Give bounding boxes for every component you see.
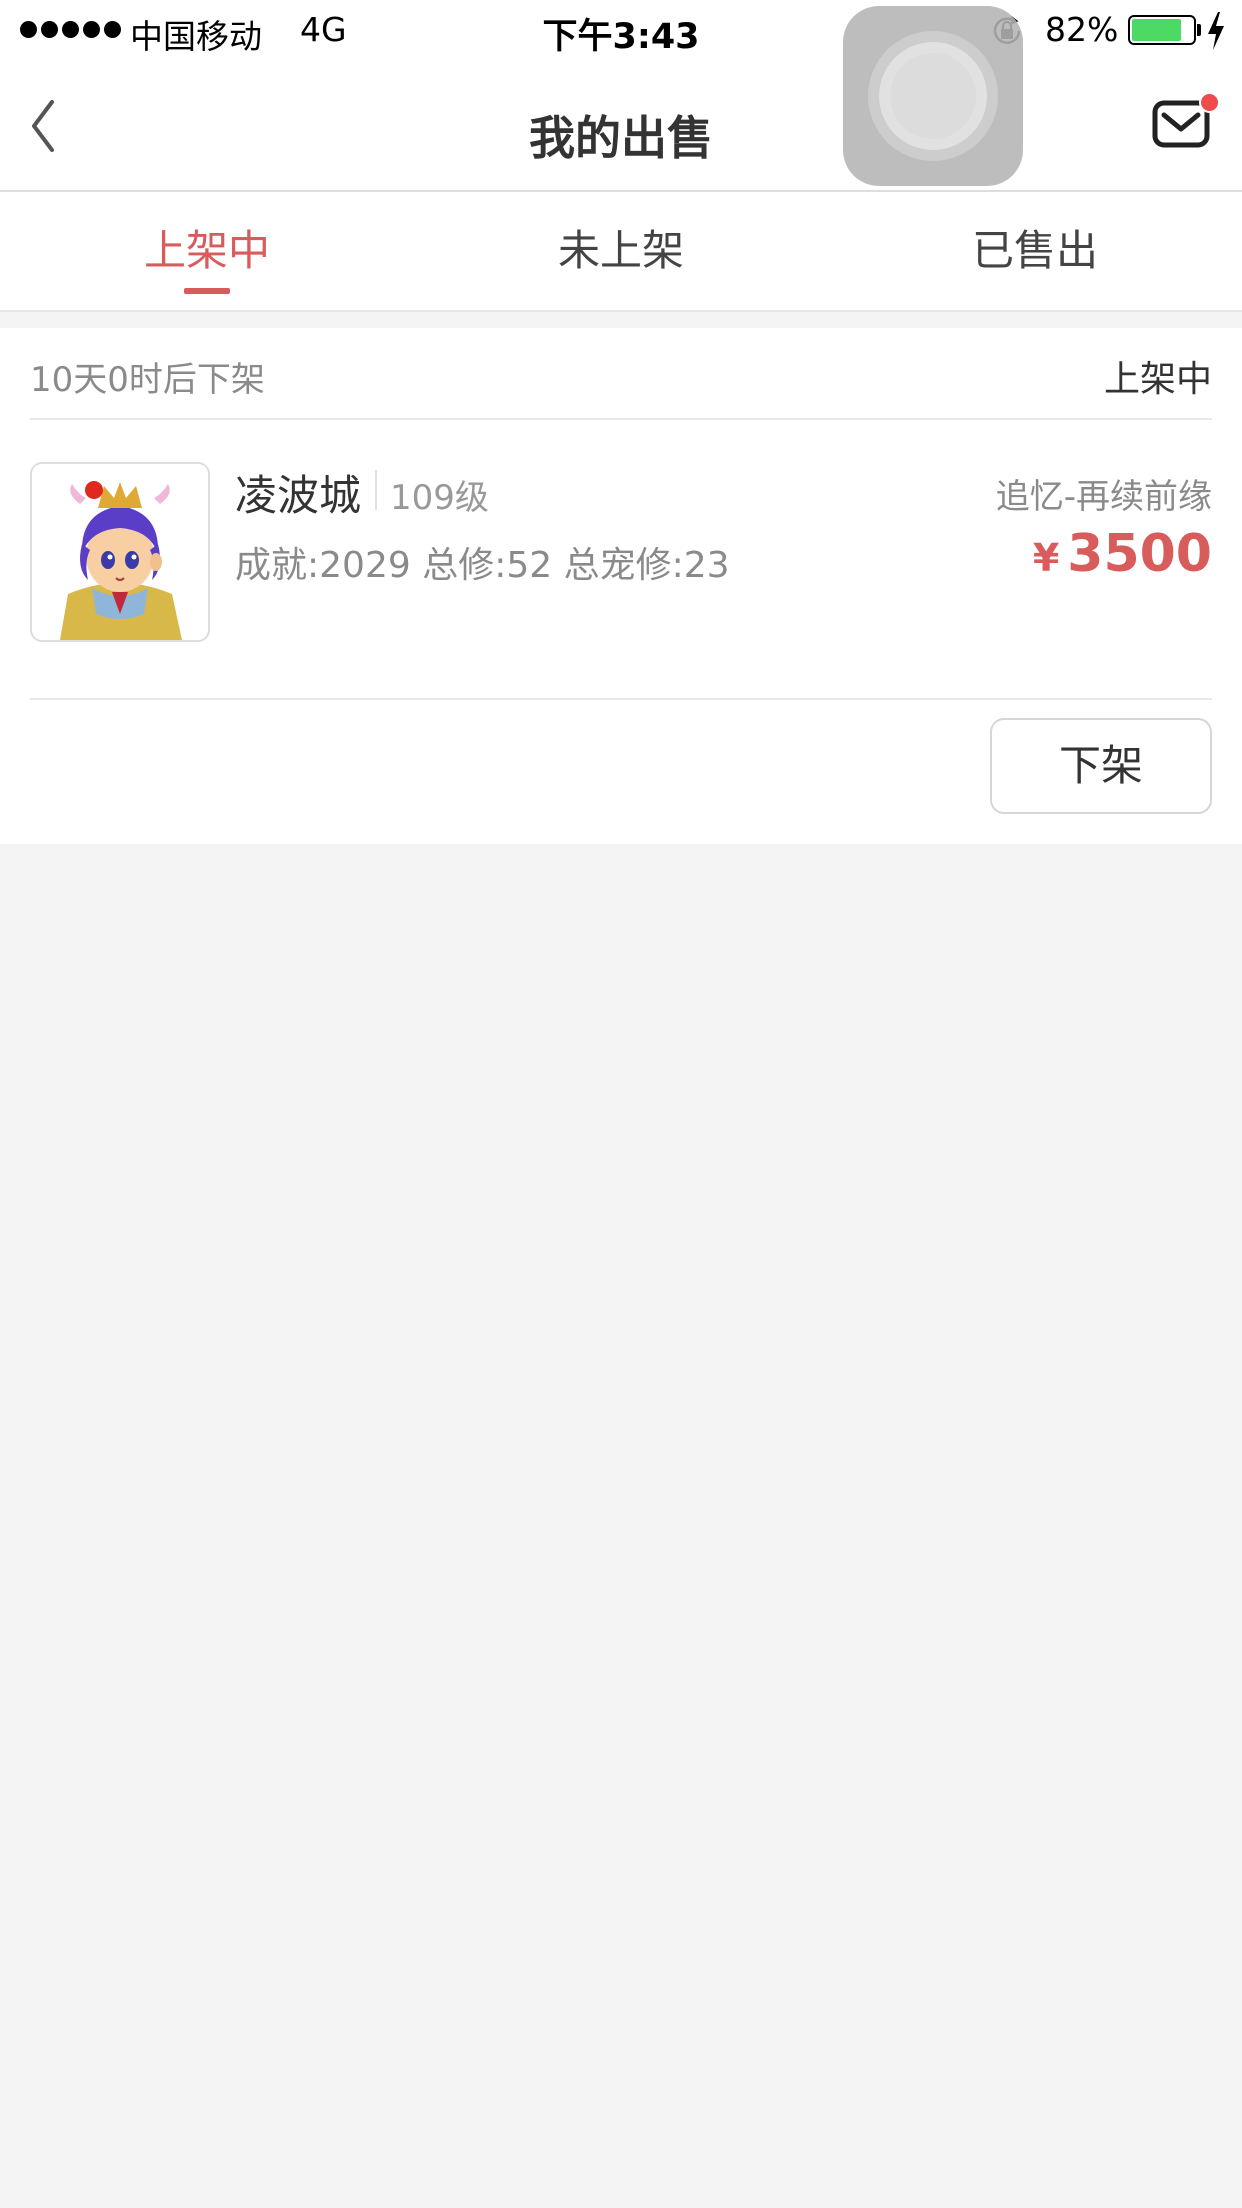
unlist-button[interactable]: 下架 bbox=[990, 718, 1212, 814]
status-bar: 中国移动 4G 下午3:43 82% bbox=[0, 0, 1242, 62]
name-level-divider bbox=[375, 470, 377, 510]
notification-badge bbox=[1199, 92, 1220, 113]
character-level: 109级 bbox=[390, 478, 489, 518]
battery-percent: 82% bbox=[1045, 10, 1119, 49]
character-stats: 成就:2029 总修:52 总宠修:23 bbox=[235, 545, 730, 586]
tab-not-listed[interactable]: 未上架 bbox=[414, 192, 828, 310]
listing-status: 上架中 bbox=[1103, 359, 1212, 400]
expiry-countdown: 10天0时后下架 bbox=[30, 360, 265, 400]
character-avatar bbox=[30, 462, 210, 642]
currency-symbol: ¥ bbox=[1032, 536, 1060, 580]
price-value: 3500 bbox=[1067, 524, 1212, 584]
character-name: 凌波城 bbox=[235, 471, 362, 520]
battery-cap bbox=[1197, 24, 1201, 36]
charging-bolt-icon bbox=[1208, 12, 1224, 50]
price: ¥3500 bbox=[1033, 524, 1212, 584]
battery-icon bbox=[1128, 15, 1196, 45]
navigation-bar: 我的出售 bbox=[0, 62, 1242, 192]
card-divider bbox=[30, 698, 1212, 700]
page-title: 我的出售 bbox=[529, 111, 713, 165]
listing-card[interactable]: 10天0时后下架 上架中 凌波城 109级 追忆-再续前缘 成就:2029 总修… bbox=[0, 328, 1242, 844]
tab-sold[interactable]: 已售出 bbox=[828, 192, 1242, 310]
tab-bar: 上架中 未上架 已售出 bbox=[0, 192, 1242, 312]
server-name: 追忆-再续前缘 bbox=[995, 477, 1212, 517]
listing-header: 10天0时后下架 上架中 bbox=[30, 328, 1212, 420]
assistive-touch-button[interactable] bbox=[843, 6, 1023, 186]
active-tab-indicator bbox=[184, 288, 230, 294]
